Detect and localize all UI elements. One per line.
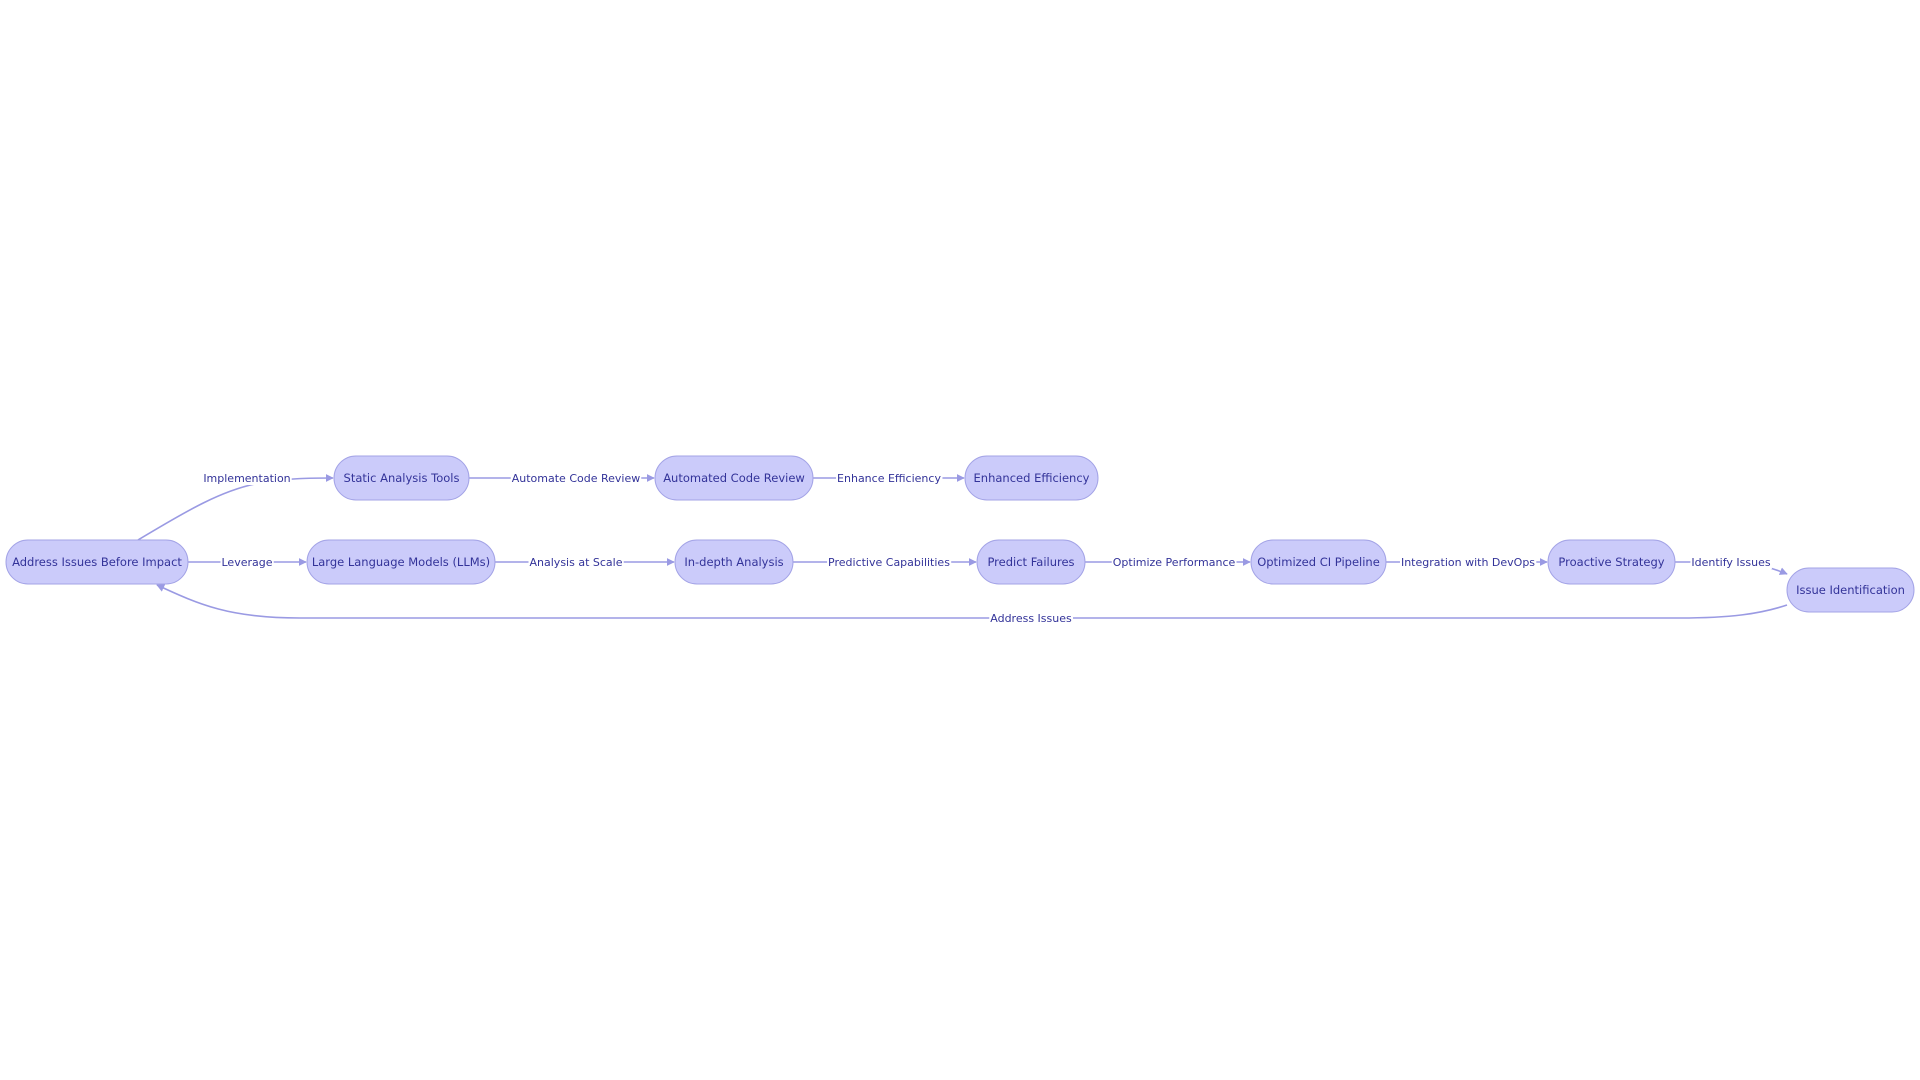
edge-label: Automate Code Review xyxy=(510,472,642,485)
edge-label: Identify Issues xyxy=(1690,556,1772,569)
edge-label-text: Optimize Performance xyxy=(1113,556,1236,569)
node-automated-code-review: Automated Code Review xyxy=(654,455,814,501)
node-label: Predict Failures xyxy=(987,555,1074,569)
flowchart-diagram: Implementation Automate Code Review Enhanc… xyxy=(5,455,1915,625)
edge-label-text: Identify Issues xyxy=(1691,556,1770,569)
edge-label-text: Predictive Capabilities xyxy=(828,556,950,569)
edge-label: Integration with DevOps xyxy=(1399,556,1537,569)
edge-label-text: Enhance Efficiency xyxy=(837,472,941,485)
node-predict-failures: Predict Failures xyxy=(976,539,1086,585)
node-label: Proactive Strategy xyxy=(1558,555,1664,569)
edge-label-text: Analysis at Scale xyxy=(530,556,623,569)
node-issue-identification: Issue Identification xyxy=(1786,567,1915,613)
edge-label: Predictive Capabilities xyxy=(827,556,952,569)
edge-label-text: Address Issues xyxy=(990,612,1072,625)
node-address-issues-before-impact: Address Issues Before Impact xyxy=(5,539,189,585)
edge-label: Leverage xyxy=(220,556,274,569)
node-label: Optimized CI Pipeline xyxy=(1257,555,1380,569)
edge-label: Enhance Efficiency xyxy=(836,472,943,485)
edge-line xyxy=(156,584,1788,619)
edge-label-text: Leverage xyxy=(222,556,273,569)
node-label: In-depth Analysis xyxy=(684,555,783,569)
node-label: Large Language Models (LLMs) xyxy=(312,555,490,569)
edge-line xyxy=(137,474,334,541)
edge-label: Implementation xyxy=(202,472,292,485)
edge-A-to-B xyxy=(137,474,334,541)
node-label: Enhanced Efficiency xyxy=(974,471,1090,485)
edge-label-text: Automate Code Review xyxy=(512,472,640,485)
edge-label: Optimize Performance xyxy=(1111,556,1237,569)
node-label: Address Issues Before Impact xyxy=(12,555,182,569)
node-proactive-strategy: Proactive Strategy xyxy=(1547,539,1676,585)
node-label: Issue Identification xyxy=(1796,583,1905,597)
edge-label: Address Issues xyxy=(989,612,1074,625)
edge-J-to-A xyxy=(156,584,1788,619)
edge-label-text: Integration with DevOps xyxy=(1401,556,1535,569)
node-large-language-models-llms: Large Language Models (LLMs) xyxy=(306,539,496,585)
edge-label: Analysis at Scale xyxy=(528,556,624,569)
edge-label-text: Implementation xyxy=(203,472,290,485)
node-static-analysis-tools: Static Analysis Tools xyxy=(333,455,470,501)
node-label: Automated Code Review xyxy=(663,471,805,485)
node-label: Static Analysis Tools xyxy=(344,471,460,485)
node-in-depth-analysis: In-depth Analysis xyxy=(674,539,794,585)
node-enhanced-efficiency: Enhanced Efficiency xyxy=(964,455,1099,501)
node-optimized-ci-pipeline: Optimized CI Pipeline xyxy=(1250,539,1387,585)
